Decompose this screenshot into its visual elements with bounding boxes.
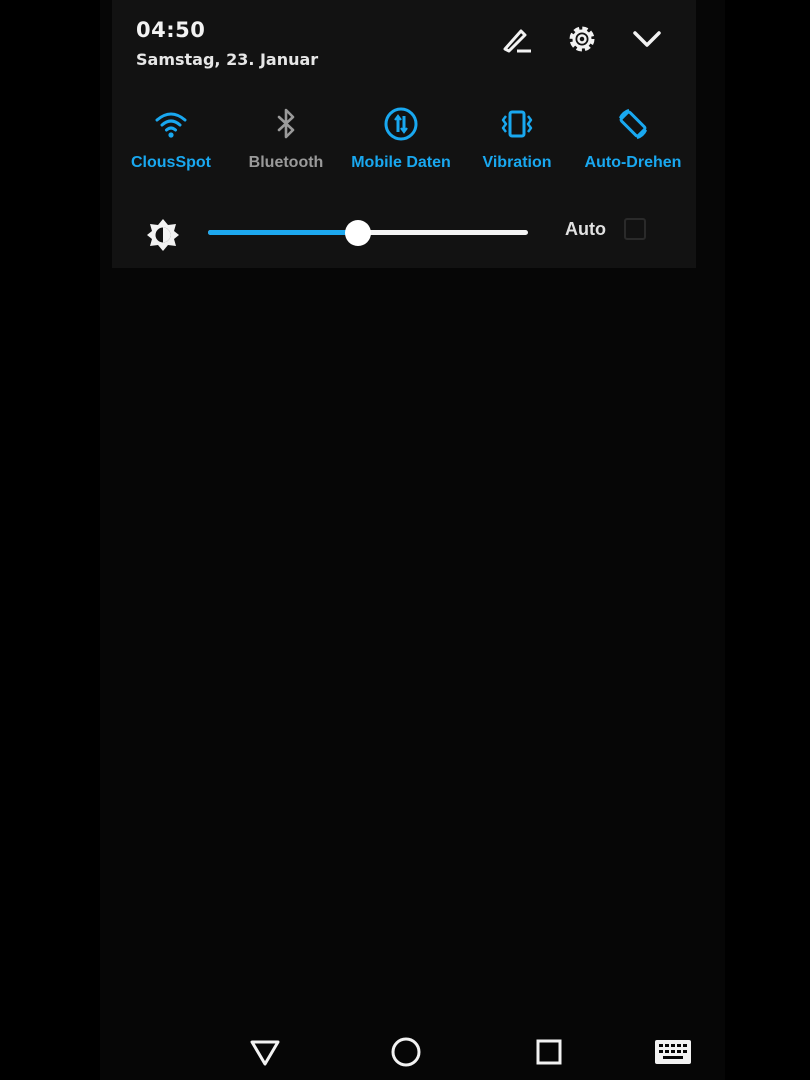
auto-brightness-checkbox[interactable] [624, 218, 646, 240]
brightness-icon [147, 219, 179, 251]
slider-thumb[interactable] [345, 220, 371, 246]
slider-fill [208, 230, 358, 235]
wifi-icon [155, 112, 187, 138]
tile-auto-rotate[interactable]: Auto-Drehen [573, 104, 693, 184]
tile-label: ClousSpot [131, 154, 211, 171]
mobile-data-icon [384, 107, 418, 141]
recents-button[interactable] [527, 1030, 571, 1074]
home-icon [391, 1037, 421, 1067]
tile-label: Auto-Drehen [584, 154, 682, 171]
back-button[interactable] [243, 1030, 287, 1074]
back-icon [250, 1040, 280, 1066]
tile-label: Bluetooth [248, 154, 324, 171]
chevron-down-icon [633, 31, 661, 47]
date: Samstag, 23. Januar [136, 50, 319, 69]
collapse-button[interactable] [630, 22, 664, 56]
settings-button[interactable] [565, 22, 599, 56]
gear-icon [569, 26, 595, 52]
edit-button[interactable] [500, 22, 534, 56]
edit-icon [503, 29, 531, 53]
clock: 04:50 [136, 18, 206, 42]
tile-label: Mobile Daten [351, 154, 451, 171]
brightness-slider[interactable] [208, 220, 528, 246]
home-button[interactable] [384, 1030, 428, 1074]
keyboard-icon [655, 1040, 691, 1064]
recents-icon [536, 1039, 562, 1065]
tile-bluetooth[interactable]: Bluetooth [226, 104, 346, 184]
keyboard-button[interactable] [651, 1030, 695, 1074]
auto-brightness-label: Auto [565, 219, 606, 239]
bluetooth-icon [277, 108, 295, 139]
tile-label: Vibration [482, 154, 552, 171]
tile-mobile-data[interactable]: Mobile Daten [341, 104, 461, 184]
auto-rotate-icon [618, 108, 648, 140]
tile-clousspot[interactable]: ClousSpot [111, 104, 231, 184]
vibration-icon [501, 110, 533, 138]
tile-vibration[interactable]: Vibration [457, 104, 577, 184]
